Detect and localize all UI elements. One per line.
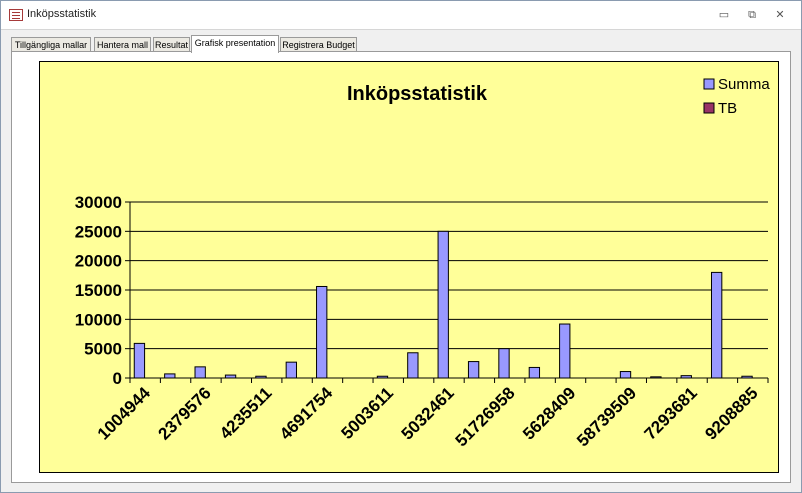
bar-summa xyxy=(619,371,632,379)
title-bar[interactable]: Inköpsstatistik ▭ ⧉ ✕ xyxy=(1,1,801,30)
x-axis: 1004944 2379576 4235511 4691754 5003611 50324… xyxy=(94,377,769,450)
x-tick-label: 1004944 xyxy=(94,383,155,444)
tab-resultat[interactable]: Resultat xyxy=(153,37,190,52)
restore-button[interactable]: ⧉ xyxy=(743,7,761,23)
bar-summa xyxy=(285,361,297,379)
legend-swatch-tb xyxy=(703,102,715,114)
y-tick-label: 15000 xyxy=(75,281,122,300)
close-button[interactable]: ✕ xyxy=(771,7,789,23)
y-axis: 0 5000 10000 15000 20000 25000 30000 xyxy=(75,193,131,388)
y-tick-label: 10000 xyxy=(75,310,122,329)
bar-summa xyxy=(559,323,571,379)
tab-tillgangliga-mallar[interactable]: Tillgängliga mallar xyxy=(11,37,91,52)
tab-registrera-budget[interactable]: Registrera Budget xyxy=(280,37,357,52)
bar-summa xyxy=(467,361,480,379)
window: Inköpsstatistik ▭ ⧉ ✕ Tillgängliga malla… xyxy=(0,0,802,493)
bar-summa xyxy=(407,352,419,379)
bar-chart: Inköpsstatistik Summa TB 0 5000 10000 15000… xyxy=(75,76,771,450)
bar-summa xyxy=(133,342,146,379)
x-tick-label: 5628409 xyxy=(519,383,579,443)
x-tick-label: 4235511 xyxy=(216,383,276,443)
y-tick-label: 5000 xyxy=(84,340,122,359)
tab-hantera-mall[interactable]: Hantera mall xyxy=(94,37,151,52)
bar-summa xyxy=(164,373,176,379)
tab-grafisk-presentation[interactable]: Grafisk presentation xyxy=(191,35,279,53)
x-tick-label: 7293681 xyxy=(641,383,701,443)
x-tick-label: 2379576 xyxy=(155,383,215,443)
form-icon xyxy=(9,9,23,21)
y-tick-label: 0 xyxy=(113,369,122,388)
x-tick-label: 58739509 xyxy=(573,383,640,450)
bar-summa xyxy=(528,366,541,379)
x-tick-label: 5003611 xyxy=(337,383,397,443)
x-tick-label: 4691754 xyxy=(276,383,337,444)
gridlines xyxy=(130,201,768,350)
window-title: Inköpsstatistik xyxy=(27,8,97,20)
y-tick-label: 25000 xyxy=(75,222,122,241)
chart-frame: Inköpsstatistik Summa TB 0 5000 10000 15000… xyxy=(39,61,779,473)
y-tick-label: 20000 xyxy=(75,252,122,271)
bar-summa xyxy=(194,366,206,379)
x-tick-label: 51726958 xyxy=(452,383,519,450)
bar-summa xyxy=(437,230,449,379)
legend: Summa TB xyxy=(703,76,770,117)
x-tick-label: 9208885 xyxy=(701,383,761,443)
legend-swatch-summa xyxy=(703,78,715,90)
x-tick-label: 5032461 xyxy=(398,383,458,443)
legend-label-tb: TB xyxy=(718,100,737,117)
bar-summa xyxy=(710,271,723,379)
bars xyxy=(133,230,753,379)
bar-summa xyxy=(498,348,510,379)
chart-title: Inköpsstatistik xyxy=(347,83,488,105)
legend-label-summa: Summa xyxy=(718,76,770,93)
bar-summa xyxy=(316,285,328,379)
minimize-button[interactable]: ▭ xyxy=(715,7,733,23)
y-tick-label: 30000 xyxy=(75,193,122,212)
